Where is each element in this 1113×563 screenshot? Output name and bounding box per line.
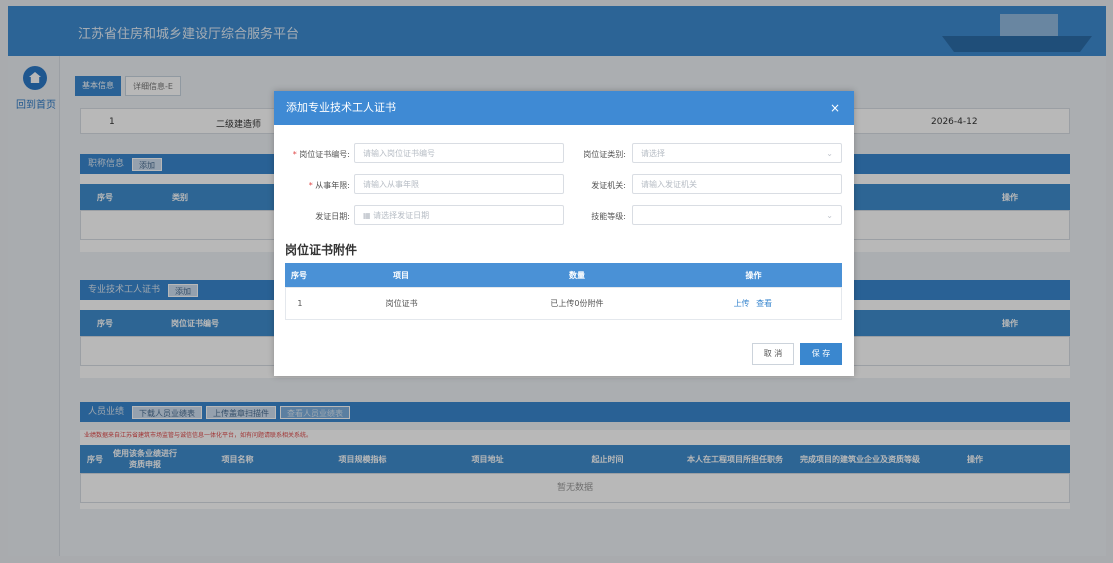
attachment-title: 岗位证书附件 bbox=[285, 243, 358, 257]
cancel-button[interactable]: 取 消 bbox=[752, 343, 794, 365]
attachment-header: 序号 项目 数量 操作 bbox=[285, 263, 842, 287]
col-action: 操作 bbox=[745, 270, 762, 280]
cert-no-input[interactable]: 请输入岗位证书编号 bbox=[354, 143, 564, 163]
skill-level-select[interactable]: ⌄ bbox=[632, 205, 842, 225]
save-button[interactable]: 保 存 bbox=[800, 343, 842, 365]
issuer-input[interactable]: 请输入发证机关 bbox=[632, 174, 842, 194]
skill-level-label: 技能等级: bbox=[591, 212, 626, 221]
attachment-row: 1 岗位证书 已上传0份附件 上传 查看 bbox=[285, 287, 842, 320]
close-icon[interactable]: × bbox=[830, 91, 840, 125]
chevron-down-icon: ⌄ bbox=[826, 149, 833, 158]
upload-link[interactable]: 上传 bbox=[734, 299, 750, 308]
col-index: 序号 bbox=[291, 270, 307, 280]
add-worker-cert-dialog: 添加专业技术工人证书 × * 岗位证书编号: 请输入岗位证书编号 岗位证类别: … bbox=[274, 91, 854, 376]
issuer-label: 发证机关: bbox=[591, 181, 626, 190]
cert-type-label: 岗位证类别: bbox=[583, 150, 626, 159]
chevron-down-icon: ⌄ bbox=[826, 211, 833, 220]
attachment-table: 序号 项目 数量 操作 1 岗位证书 已上传0份附件 上传 查看 bbox=[285, 263, 842, 320]
dialog-title: 添加专业技术工人证书 bbox=[286, 101, 396, 114]
col-item: 项目 bbox=[393, 270, 409, 280]
row-actions: 上传 查看 bbox=[665, 298, 841, 309]
calendar-icon: ▦ bbox=[363, 211, 374, 220]
years-input[interactable]: 请输入从事年限 bbox=[354, 174, 564, 194]
view-link[interactable]: 查看 bbox=[756, 299, 772, 308]
cert-type-select[interactable]: 请选择 ⌄ bbox=[632, 143, 842, 163]
row-item: 岗位证书 bbox=[385, 299, 418, 308]
dialog-header: 添加专业技术工人证书 × bbox=[274, 91, 854, 125]
row-count: 已上传0份附件 bbox=[550, 299, 604, 308]
years-label: * 从事年限: bbox=[308, 181, 350, 190]
row-index: 1 bbox=[297, 299, 303, 308]
col-count: 数量 bbox=[569, 270, 585, 280]
cert-no-label: * 岗位证书编号: bbox=[292, 150, 350, 159]
issue-date-label: 发证日期: bbox=[315, 212, 350, 221]
issue-date-picker[interactable]: ▦ 请选择发证日期 bbox=[354, 205, 564, 225]
